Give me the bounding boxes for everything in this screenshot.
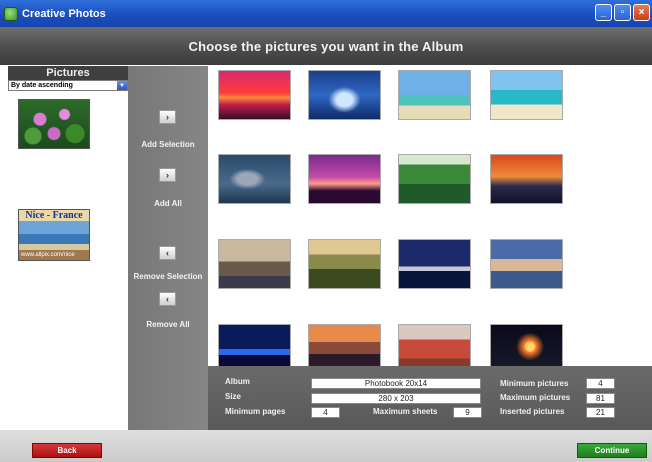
chevron-down-icon[interactable]: ▼ — [117, 81, 127, 90]
thumbnail-palm-beach-tropical[interactable] — [398, 70, 471, 120]
thumbnail-red-roofs-old-town[interactable] — [398, 324, 471, 366]
remove-selection-label[interactable]: Remove Selection — [128, 272, 208, 281]
size-label: Size — [225, 392, 242, 401]
thumbnail-city-skyline-night-blue[interactable] — [218, 324, 291, 366]
thumbnail-rolling-hills-landscape[interactable] — [308, 239, 381, 289]
pictures-label: Pictures — [8, 66, 128, 80]
thumbnail-red-sunset-sea[interactable] — [218, 70, 291, 120]
size-value: 280 x 203 — [311, 393, 481, 404]
min-pictures-value: 4 — [586, 378, 615, 389]
chevron-left-icon: ‹ — [166, 248, 169, 258]
picture-item-nice-france[interactable]: Nice - France www.allpix.com/nice — [18, 209, 90, 261]
pictures-list[interactable]: Nice - France www.allpix.com/nice — [8, 91, 128, 430]
max-sheets-value: 9 — [453, 407, 482, 418]
max-pictures-value: 81 — [586, 393, 615, 404]
album-label: Album — [225, 377, 250, 386]
title-bar: Creative Photos _ ▫ × — [0, 0, 652, 27]
sort-value: By date ascending — [11, 82, 73, 89]
thumbnail-fireworks-night[interactable] — [490, 324, 563, 366]
chevron-right-icon: › — [166, 112, 169, 122]
restore-icon[interactable]: ▫ — [614, 4, 631, 21]
picture-item-lotus[interactable] — [18, 99, 90, 149]
chevron-left-icon: ‹ — [166, 294, 169, 304]
continue-button[interactable]: Continue — [577, 443, 647, 458]
album-info-panel: Album Photobook 20x14 Size 280 x 203 Min… — [208, 366, 652, 430]
thumbnail-palm-silhouette-purple-sky[interactable] — [308, 154, 381, 204]
add-all-label[interactable]: Add All — [128, 199, 208, 208]
photo-gallery[interactable] — [208, 66, 652, 366]
remove-selection-button[interactable]: ‹ — [159, 246, 176, 260]
close-icon[interactable]: × — [633, 4, 650, 21]
min-pages-value: 4 — [311, 407, 340, 418]
app-icon — [4, 6, 18, 21]
pictures-panel: Pictures By date ascending ▼ Nice - Fran… — [8, 66, 128, 430]
thumbnail-coastal-city-sunset[interactable] — [308, 324, 381, 366]
thumbnail-blue-ocean-wave[interactable] — [308, 70, 381, 120]
back-button[interactable]: Back — [32, 443, 102, 458]
inserted-pictures-value: 21 — [586, 407, 615, 418]
thumbnail-lakeside-town-church[interactable] — [490, 239, 563, 289]
add-selection-label[interactable]: Add Selection — [128, 140, 208, 149]
page-header: Choose the pictures you want in the Albu… — [0, 27, 652, 65]
window-title: Creative Photos — [22, 7, 106, 20]
chevron-right-icon: › — [166, 170, 169, 180]
footer-bar: Back Continue — [0, 430, 652, 462]
page-title: Choose the pictures you want in the Albu… — [188, 38, 464, 54]
selection-controls: › Add Selection › Add All ‹ Remove Selec… — [128, 66, 208, 430]
picture-caption: Nice - France — [19, 210, 89, 221]
thumbnail-tower-bridge-london[interactable] — [218, 239, 291, 289]
window-controls: _ ▫ × — [595, 4, 650, 21]
thumbnail-dolphins-underwater[interactable] — [218, 154, 291, 204]
thumbnail-great-wall-green-hills[interactable] — [398, 154, 471, 204]
max-pictures-label: Maximum pictures — [500, 393, 571, 402]
remove-all-label[interactable]: Remove All — [128, 320, 208, 329]
add-all-button[interactable]: › — [159, 168, 176, 182]
minimize-icon[interactable]: _ — [595, 4, 612, 21]
add-selection-button[interactable]: › — [159, 110, 176, 124]
min-pictures-label: Minimum pictures — [500, 379, 569, 388]
thumbnail-red-sky-rock-formations[interactable] — [490, 154, 563, 204]
inserted-pictures-label: Inserted pictures — [500, 407, 565, 416]
picture-url: www.allpix.com/nice — [21, 252, 75, 258]
remove-all-button[interactable]: ‹ — [159, 292, 176, 306]
min-pages-label: Minimum pages — [225, 407, 286, 416]
thumbnail-turquoise-lagoon[interactable] — [490, 70, 563, 120]
album-value: Photobook 20x14 — [311, 378, 481, 389]
max-sheets-label: Maximum sheets — [373, 407, 438, 416]
thumbnail-sydney-opera-house-night[interactable] — [398, 239, 471, 289]
sort-dropdown[interactable]: By date ascending ▼ — [8, 80, 128, 91]
